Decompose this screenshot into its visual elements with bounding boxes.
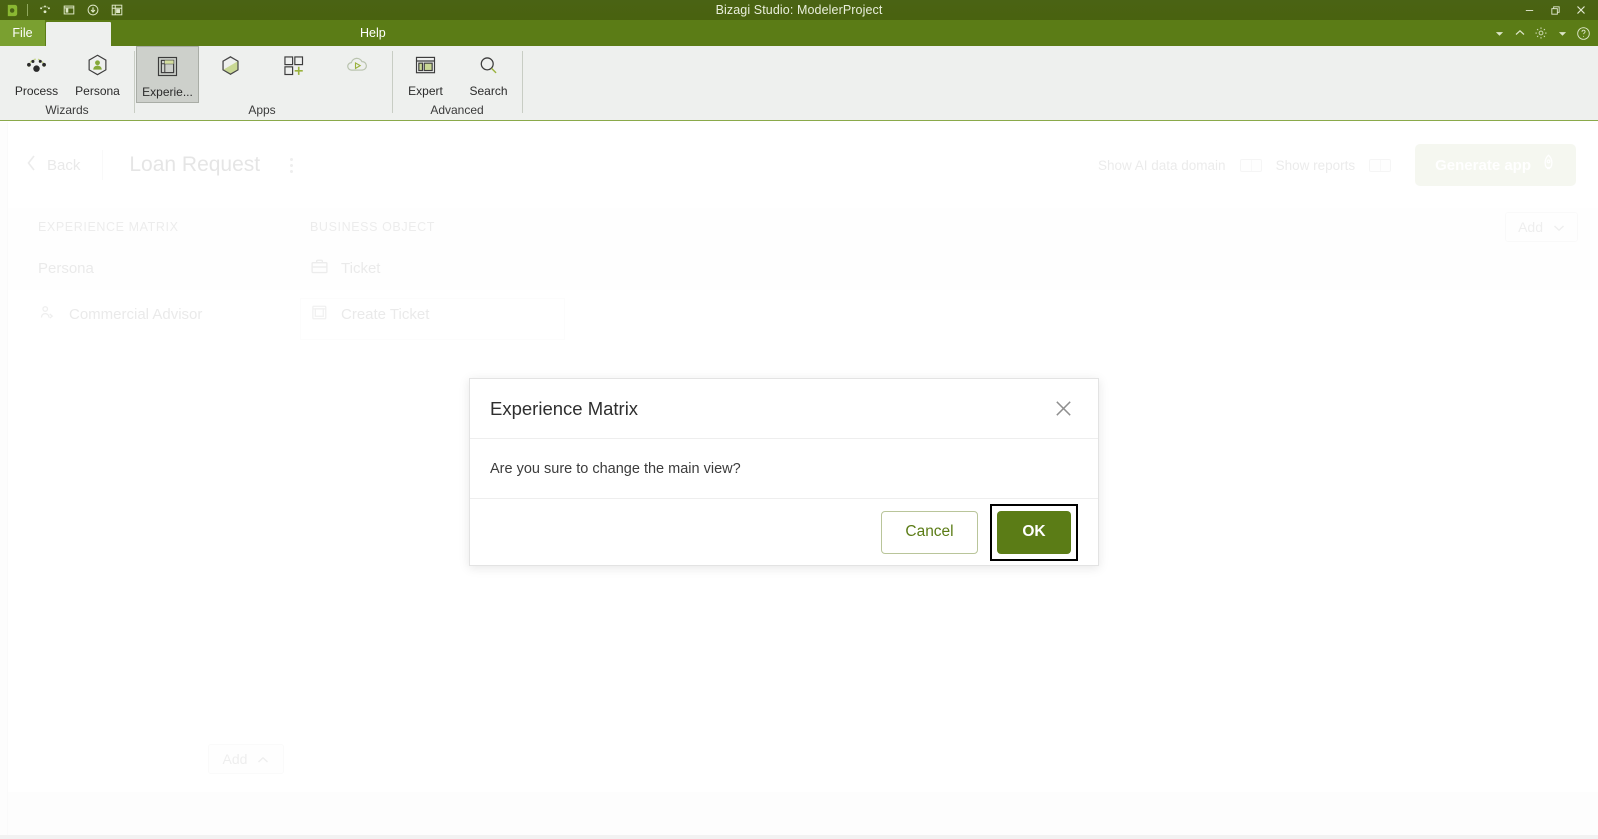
ribbon-settings-icon[interactable]	[1532, 23, 1550, 43]
page-header: Back Loan Request Show AI data domain Sh…	[8, 122, 1598, 208]
ribbon-button-search-label: Search	[469, 84, 508, 98]
process-icon	[23, 50, 50, 80]
persona-commercial-advisor-label: Commercial Advisor	[69, 305, 203, 323]
ribbon-button-expert-label: Expert	[408, 84, 443, 98]
ribbon-group-divider	[134, 51, 135, 113]
ribbon-button-process-label: Process	[14, 84, 59, 98]
ribbon-group-apps: Experie... Apps	[136, 46, 388, 121]
ribbon-group-apps-label: Apps	[248, 103, 276, 117]
ribbon-settings-dropdown-button[interactable]	[1553, 23, 1571, 43]
chevron-left-icon	[24, 153, 39, 177]
back-button[interactable]: Back	[24, 153, 80, 177]
table-row[interactable]: Commercial Advisor Create Ticket	[8, 290, 1598, 338]
tab-file[interactable]: File	[0, 20, 45, 46]
ribbon-button-experience-matrix[interactable]: Experie...	[136, 46, 199, 103]
application-window: Bizagi Studio: ModelerProject File Help	[0, 0, 1598, 839]
hexagon-icon	[217, 50, 244, 80]
show-ai-data-domain-label: Show AI data domain	[1097, 157, 1226, 173]
briefcase-icon	[310, 257, 329, 280]
dialog-message: Are you sure to change the main view?	[490, 460, 741, 477]
experience-matrix-dialog: Experience Matrix Are you sure to change…	[469, 378, 1099, 566]
ribbon-group-wizards: Process Persona Wizards	[6, 46, 128, 121]
ok-button-focus-ring: OK	[990, 503, 1078, 561]
ribbon-button-experience-matrix-label: Experie...	[142, 85, 193, 99]
business-object-ticket-label: Ticket	[341, 259, 381, 277]
ribbon-button-hexagon[interactable]	[199, 46, 262, 103]
ribbon-controls	[1490, 20, 1592, 46]
page-title: Loan Request	[129, 153, 261, 176]
generate-app-label: Generate app	[1435, 156, 1531, 174]
ribbon-button-search[interactable]: Search	[457, 46, 520, 103]
ribbon-dropdown-button[interactable]	[1490, 23, 1508, 43]
add-dropdown-label: Add	[1518, 219, 1543, 235]
columns-bar: EXPERIENCE MATRIX BUSINESS OBJECT Add	[8, 208, 1598, 246]
cancel-button[interactable]: Cancel	[881, 510, 978, 554]
ok-button[interactable]: OK	[997, 510, 1071, 554]
back-button-label: Back	[47, 156, 81, 174]
ribbon-collapse-button[interactable]	[1511, 23, 1529, 43]
experience-matrix-icon	[154, 51, 181, 81]
show-reports-toggle[interactable]	[1369, 158, 1392, 172]
dialog-footer: Cancel OK	[470, 499, 1098, 565]
title-bar: Bizagi Studio: ModelerProject	[0, 0, 1598, 20]
header-actions: Show AI data domain Show reports Generat…	[1098, 144, 1598, 186]
ribbon-group-divider-3	[522, 51, 523, 113]
show-reports-label: Show reports	[1275, 157, 1356, 173]
user-arrow-icon	[38, 303, 57, 326]
business-object-create-ticket-label: Create Ticket	[341, 305, 430, 323]
expert-icon	[412, 50, 439, 80]
dialog-body: Are you sure to change the main view?	[470, 439, 1098, 499]
cloud-play-icon	[343, 50, 371, 80]
persona-header-cell: Persona	[38, 259, 94, 277]
ribbon-button-process[interactable]: Process	[6, 46, 67, 103]
ribbon-group-advanced-label: Advanced	[430, 103, 484, 117]
ribbon-tab-strip: File Help	[0, 20, 1598, 46]
ribbon-group-divider-2	[392, 51, 393, 113]
tab-help[interactable]: Help	[360, 20, 386, 46]
ribbon-button-expert[interactable]: Expert	[394, 46, 457, 103]
column-header-experience-matrix: EXPERIENCE MATRIX	[38, 220, 179, 234]
minimize-button[interactable]	[1516, 0, 1542, 20]
ribbon-group-wizards-label: Wizards	[45, 103, 89, 117]
window-title: Bizagi Studio: ModelerProject	[715, 3, 883, 17]
ribbon: Process Persona Wizards Experie... Apps …	[0, 46, 1598, 121]
generate-app-button[interactable]: Generate app	[1415, 144, 1576, 186]
persona-icon	[84, 50, 111, 80]
chevron-up-icon	[257, 751, 269, 767]
close-icon[interactable]	[1048, 394, 1078, 424]
ribbon-button-persona-label: Persona	[75, 84, 120, 98]
add-app-icon	[280, 50, 307, 80]
search-icon	[475, 50, 502, 80]
tab-active[interactable]	[46, 22, 111, 46]
business-object-cell-create-ticket: Create Ticket	[310, 303, 610, 326]
status-bar	[0, 835, 1598, 839]
dialog-header: Experience Matrix	[470, 379, 1098, 439]
page-menu-button[interactable]	[290, 157, 294, 173]
ribbon-button-persona[interactable]: Persona	[67, 46, 128, 103]
business-object-cell-ticket: Ticket	[310, 257, 610, 280]
window-controls	[1516, 0, 1594, 20]
dialog-title: Experience Matrix	[490, 397, 639, 419]
show-ai-data-domain-toggle[interactable]	[1239, 158, 1262, 172]
ribbon-button-cloud-play[interactable]	[325, 46, 388, 103]
restore-button[interactable]	[1542, 0, 1568, 20]
rocket-icon	[1541, 153, 1556, 177]
persona-cell-commercial-advisor: Commercial Advisor	[38, 303, 310, 326]
bottom-strip	[8, 792, 1598, 839]
ribbon-button-add-app[interactable]	[262, 46, 325, 103]
add-dropdown-button[interactable]: Add	[1505, 212, 1578, 242]
close-button[interactable]	[1568, 0, 1594, 20]
help-circle-icon[interactable]	[1574, 23, 1592, 43]
bottom-add-label: Add	[222, 751, 248, 767]
column-header-business-object: BUSINESS OBJECT	[310, 220, 435, 234]
form-icon	[310, 303, 329, 326]
bottom-add-button[interactable]: Add	[208, 744, 284, 774]
chevron-down-icon	[1553, 219, 1565, 235]
header-divider	[102, 150, 104, 180]
left-rail	[0, 122, 8, 839]
ribbon-group-advanced: Expert Search Advanced	[394, 46, 520, 121]
table-row[interactable]: Persona Ticket	[8, 246, 1598, 290]
